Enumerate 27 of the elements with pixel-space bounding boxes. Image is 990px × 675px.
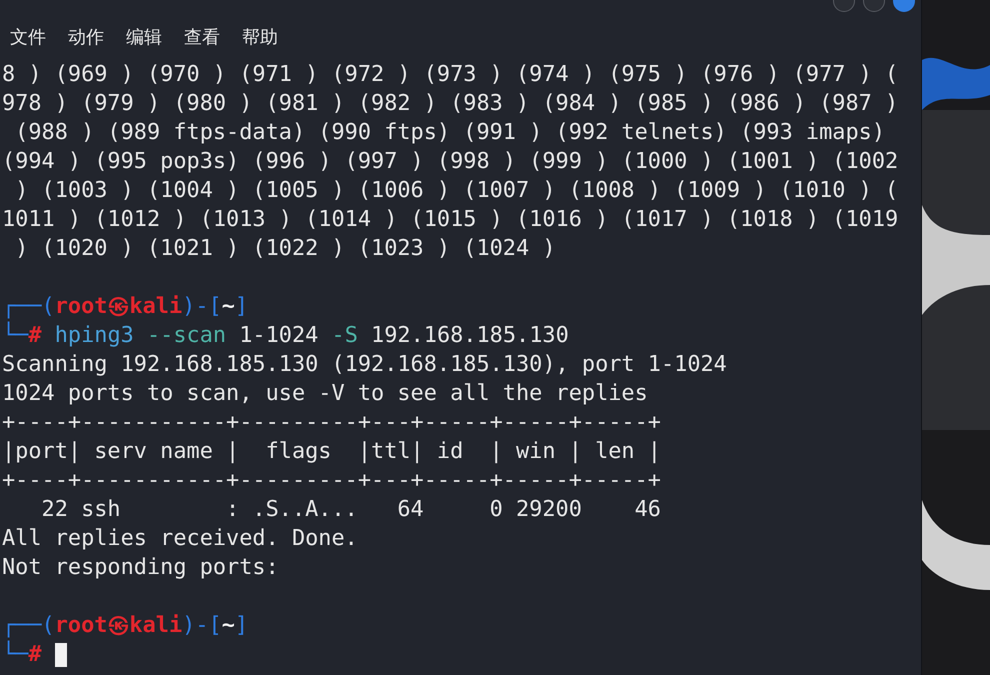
terminal-line: All replies received. Done. <box>2 525 358 553</box>
menu-item[interactable]: 编辑 <box>126 24 162 50</box>
terminal-line: Not responding ports: <box>2 554 279 582</box>
terminal-line: (988 ) (989 ftps-data) (990 ftps) (991 ) (992 telnets) (993 imaps) <box>14 119 886 147</box>
minimize-button[interactable] <box>833 0 855 12</box>
terminal-line: 978 ) (979 ) (980 ) (981 ) (982 ) (983 ) (984 ) (985 ) (986 ) (987 ) <box>2 90 898 118</box>
terminal-line: 1024 ports to scan, use -V to see all the replies <box>2 380 648 408</box>
terminal-line: (994 ) (995 pop3s) (996 ) (997 ) (998 ) (999 ) (1000 ) (1001 ) (1002 <box>2 148 898 176</box>
maximize-button[interactable] <box>863 0 885 12</box>
terminal-line: └─# hping3 --scan 1-1024 -S 192.168.185.130 <box>2 321 569 350</box>
terminal-line: ) (1003 ) (1004 ) (1005 ) (1006 ) (1007 ) (1008 ) (1009 ) (1010 ) ( <box>14 177 898 205</box>
menu-item[interactable]: 文件 <box>10 24 46 50</box>
terminal-line: ┌──(root㉿kali)-[~] <box>2 293 248 321</box>
menu-item[interactable]: 动作 <box>68 24 104 50</box>
terminal-line: 1011 ) (1012 ) (1013 ) (1014 ) (1015 ) (1016 ) (1017 ) (1018 ) (1019 <box>2 206 898 234</box>
terminal-line: 22 ssh : .S..A... 64 0 29200 46 <box>40 496 661 524</box>
terminal-line: └─# <box>2 640 42 669</box>
terminal-line: |port| serv name | flags |ttl| id | win | len | <box>2 438 661 466</box>
menu-item[interactable]: 帮助 <box>242 24 278 50</box>
terminal-line: ) (1020 ) (1021 ) (1022 ) (1023 ) (1024 ) <box>14 235 556 263</box>
terminal-line: +----+-----------+---------+---+-----+-----+-----+ <box>2 467 661 495</box>
terminal-line: Scanning 192.168.185.130 (192.168.185.130), port 1-1024 <box>2 351 727 379</box>
close-button[interactable] <box>893 0 915 12</box>
terminal-line: +----+-----------+---------+---+-----+-----+-----+ <box>2 409 661 437</box>
terminal-line: 8 ) (969 ) (970 ) (971 ) (972 ) (973 ) (974 ) (975 ) (976 ) (977 ) ( <box>2 61 898 89</box>
menu-item[interactable]: 查看 <box>184 24 220 50</box>
terminal-line: ┌──(root㉿kali)-[~] <box>2 612 248 640</box>
